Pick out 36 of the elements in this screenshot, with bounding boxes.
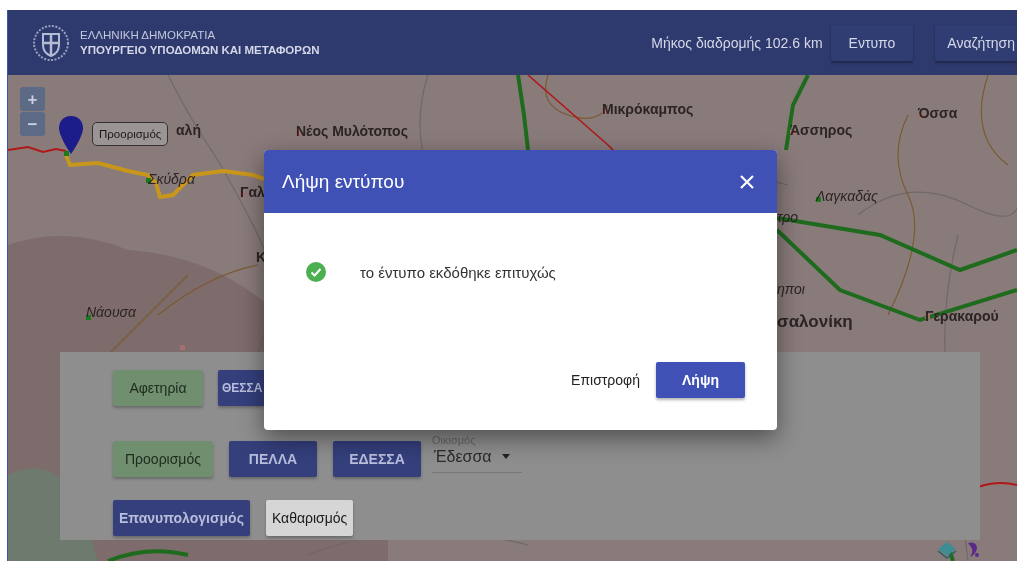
place-label: αλή (176, 123, 201, 137)
action-button[interactable]: Επανυπολογισμός (113, 500, 250, 536)
zoom-button[interactable]: − (20, 112, 45, 136)
marker-tooltip: Προορισμός (92, 122, 169, 146)
close-icon[interactable] (739, 173, 755, 190)
place-label: Γαλ (240, 185, 265, 199)
route-length: Μήκος διαδρομής 102.6 km (651, 34, 823, 51)
dialog-title: Λήψη εντύπου (282, 170, 405, 193)
zoom-button[interactable]: + (20, 87, 45, 111)
action-button[interactable]: Καθαρισμός (265, 500, 354, 536)
header-button[interactable]: Αναζήτηση (935, 24, 1017, 61)
place-label: Νάουσα (86, 305, 136, 319)
dialog-button[interactable]: Επιστροφή (563, 362, 648, 398)
logo-icon (965, 541, 981, 559)
point-button[interactable]: Αφετηρία (113, 370, 203, 406)
dialog-message: το έντυπο εκδόθηκε επιτυχώς (360, 263, 556, 281)
place-label: Λαγκαδάς (816, 189, 878, 203)
dialog-button[interactable]: Λήψη (656, 362, 745, 398)
layers-icon[interactable] (937, 541, 957, 559)
place-label: σαλονίκη (777, 313, 853, 330)
agency-name: ΕΛΛΗΝΙΚΗ ΔΗΜΟΚΡΑΤΙΑ (80, 29, 217, 41)
region-button[interactable]: ΘΕΣΣΑ (218, 370, 264, 406)
region-button[interactable]: ΠΕΛΛΑ (228, 441, 317, 477)
emblem-icon (33, 24, 69, 61)
caret-icon (501, 454, 510, 459)
place-label: Νέος Μυλότοπος (296, 124, 408, 138)
place-label: Όσσα (918, 106, 958, 120)
header-button[interactable]: Εντυπο (830, 24, 914, 61)
ministry-name: ΥΠΟΥΡΓΕΙΟ ΥΠΟΔΟΜΩΝ ΚΑΙ ΜΕΤΑΦΟΡΩΝ (80, 44, 320, 56)
map-pin-icon[interactable] (58, 115, 84, 155)
success-check-icon (306, 262, 326, 282)
region-button[interactable]: ΕΔΕΣΣΑ (332, 441, 421, 477)
place-label: Μικρόκαμπος (602, 102, 694, 116)
place-label: Άσσηρος (790, 123, 853, 137)
point-button[interactable]: Προορισμός (113, 441, 213, 477)
place-label: ηποι (777, 282, 805, 296)
